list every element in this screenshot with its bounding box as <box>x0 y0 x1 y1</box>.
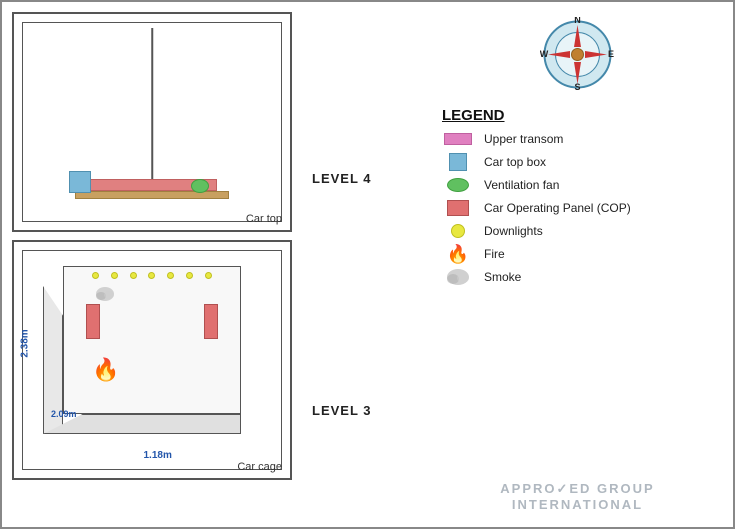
level3-diagram: 🔥 2.38m 2.09m 1.18m Car cage <box>12 240 292 480</box>
level4-label: LEVEL 4 <box>312 171 372 186</box>
legend-item-transom: Upper transom <box>442 130 713 148</box>
car-top-box-icon <box>69 171 91 193</box>
agi-line1: APPRO✓ED GROUP <box>442 481 713 497</box>
legend-icon-smoke <box>442 268 474 286</box>
compass-container: N S E W <box>442 17 713 92</box>
legend-item-smoke: Smoke <box>442 268 713 286</box>
legend: LEGEND Upper transom Car top box Ventila… <box>442 107 713 291</box>
downlight-dot <box>148 272 155 279</box>
legend-item-box: Car top box <box>442 153 713 171</box>
fan-swatch <box>447 178 469 192</box>
fire-emoji: 🔥 <box>447 244 469 265</box>
downlight-dot <box>186 272 193 279</box>
main-container: Car top <box>2 2 733 527</box>
left-panel: Car top <box>2 2 302 527</box>
legend-icon-fire: 🔥 <box>442 245 474 263</box>
fire-icon: 🔥 <box>92 357 119 383</box>
legend-text-fan: Ventilation fan <box>484 178 559 192</box>
level3-label: LEVEL 3 <box>312 403 372 418</box>
car-cage-inner: 🔥 2.38m 2.09m 1.18m <box>22 250 282 470</box>
legend-item-fire: 🔥 Fire <box>442 245 713 263</box>
downlight-dot <box>205 272 212 279</box>
vertical-line <box>151 28 153 181</box>
dim-height-label: 2.38m <box>20 330 31 358</box>
platform-base <box>75 191 230 199</box>
legend-item-cop: Car Operating Panel (COP) <box>442 199 713 217</box>
right-panel: N S E W LEGEND Upper transom Car top box <box>422 2 733 527</box>
legend-text-transom: Upper transom <box>484 132 563 146</box>
car-top-label: Car top <box>246 213 282 225</box>
downlight-dot <box>92 272 99 279</box>
svg-text:E: E <box>608 49 614 59</box>
dim-width-label: 2.09m <box>51 409 77 419</box>
legend-text-smoke: Smoke <box>484 270 521 284</box>
ceiling-dots <box>86 269 218 281</box>
agi-line2: INTERNATIONAL <box>442 497 713 512</box>
downlight-dot <box>167 272 174 279</box>
cage-back-wall: 🔥 <box>63 266 241 414</box>
legend-item-downlights: Downlights <box>442 222 713 240</box>
cop-panel-left <box>86 304 100 339</box>
legend-icon-cop <box>442 199 474 217</box>
cop-panel-right <box>204 304 218 339</box>
transom-swatch <box>444 133 472 145</box>
legend-text-box: Car top box <box>484 155 546 169</box>
svg-text:N: N <box>574 17 581 25</box>
downlight-dot <box>111 272 118 279</box>
legend-icon-box <box>442 153 474 171</box>
cop-swatch <box>447 200 469 216</box>
middle-panel: LEVEL 4 LEVEL 3 <box>302 2 422 527</box>
downlight-swatch <box>451 224 465 238</box>
downlight-dot <box>130 272 137 279</box>
compass-svg: N S E W <box>540 17 615 92</box>
dim-depth-label: 1.18m <box>143 450 171 461</box>
car-cage-label: Car cage <box>237 461 282 473</box>
agi-logo: APPRO✓ED GROUP INTERNATIONAL <box>442 481 713 512</box>
smoke-legend-svg <box>445 267 471 287</box>
smoke-icon <box>94 285 116 303</box>
legend-title: LEGEND <box>442 107 713 124</box>
legend-text-fire: Fire <box>484 247 505 261</box>
level4-diagram: Car top <box>12 12 292 232</box>
car-top-inner <box>22 22 282 222</box>
svg-text:W: W <box>540 49 549 59</box>
legend-icon-downlights <box>442 222 474 240</box>
legend-icon-fan <box>442 176 474 194</box>
legend-text-downlights: Downlights <box>484 224 543 238</box>
svg-text:S: S <box>574 82 580 92</box>
legend-item-fan: Ventilation fan <box>442 176 713 194</box>
legend-icon-transom <box>442 130 474 148</box>
legend-text-cop: Car Operating Panel (COP) <box>484 201 631 215</box>
ventilation-fan-icon <box>191 179 209 193</box>
box-swatch <box>449 153 467 171</box>
